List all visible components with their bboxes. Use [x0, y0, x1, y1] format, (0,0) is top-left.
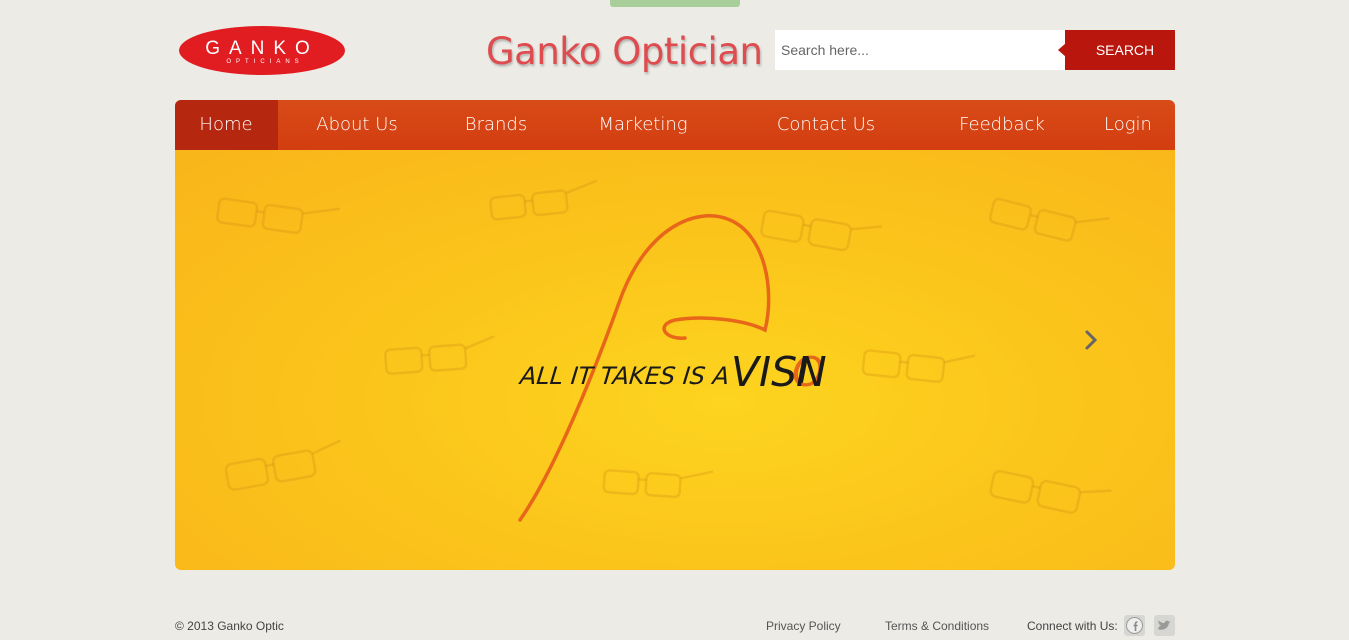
- search-box: SEARCH: [775, 30, 1175, 70]
- logo-subtitle: OPTICIANS: [226, 59, 303, 65]
- nav-item-about-us[interactable]: About Us: [316, 100, 398, 150]
- facebook-icon[interactable]: [1124, 615, 1145, 636]
- nav-item-brands[interactable]: Brands: [465, 100, 527, 150]
- footer-connect-label: Connect with Us:: [1027, 619, 1118, 633]
- nav-item-home[interactable]: Home: [199, 100, 252, 150]
- nav-item-feedback[interactable]: Feedback: [959, 100, 1045, 150]
- search-button[interactable]: SEARCH: [1065, 30, 1175, 70]
- logo-name: GANKO: [205, 38, 319, 59]
- twitter-icon[interactable]: [1154, 615, 1175, 636]
- hero-tagline-prefix: ALL IT TAKES IS A: [517, 362, 731, 390]
- top-tab: [610, 0, 740, 7]
- footer-copyright: © 2013 Ganko Optic: [175, 619, 284, 633]
- site-title: Ganko Optician: [486, 30, 763, 73]
- nav-item-contact-us[interactable]: Contact Us: [777, 100, 875, 150]
- hero-tagline-word-end: N: [796, 348, 827, 396]
- hero-slider: ALL IT TAKES IS A VISI O N: [175, 150, 1175, 570]
- nav-item-login[interactable]: Login: [1104, 100, 1152, 150]
- main-nav: Home About Us Brands Marketing Contact U…: [175, 100, 1175, 150]
- footer-terms-link[interactable]: Terms & Conditions: [885, 619, 989, 633]
- logo[interactable]: GANKO OPTICIANS: [178, 25, 346, 76]
- footer-privacy-link[interactable]: Privacy Policy: [766, 619, 841, 633]
- slider-next-chevron-right-icon[interactable]: [1083, 328, 1099, 352]
- search-input[interactable]: [775, 30, 1065, 70]
- nav-item-marketing[interactable]: Marketing: [598, 100, 687, 150]
